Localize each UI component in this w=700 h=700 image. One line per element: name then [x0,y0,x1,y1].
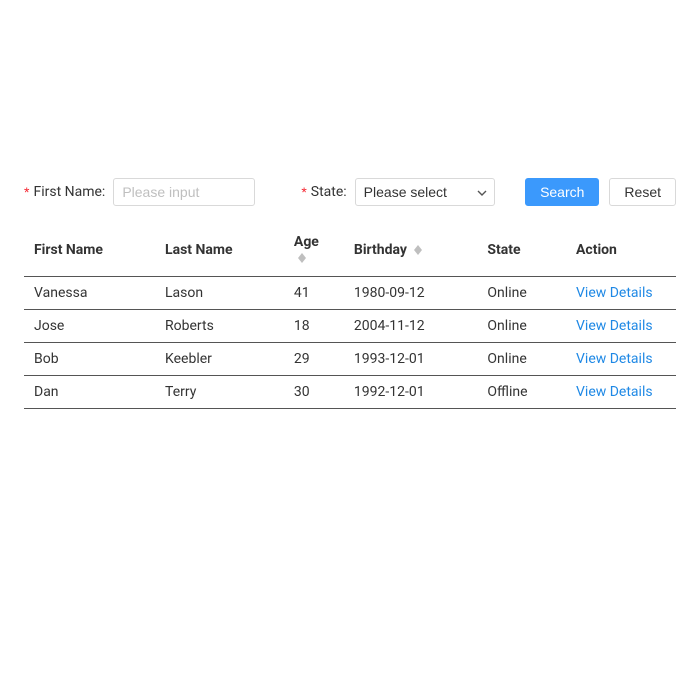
view-details-link[interactable]: View Details [576,285,653,301]
col-header-state[interactable]: State [477,224,566,277]
state-filter: * State: Please select [301,178,494,206]
table-row: VanessaLason411980-09-12Online View Detai… [24,277,676,310]
col-header-birthday[interactable]: Birthday [344,224,478,277]
cell-last-name: Keebler [155,343,284,376]
cell-first-name: Bob [24,343,155,376]
cell-state: Online [477,277,566,310]
table-row: DanTerry301992-12-01Offline View Details [24,376,676,409]
state-label: State: [311,184,347,200]
reset-button[interactable]: Reset [609,178,676,206]
col-header-age-label: Age [294,234,319,250]
cell-age: 29 [284,343,344,376]
sort-icon[interactable] [298,253,306,263]
state-select[interactable]: Please select [355,178,495,206]
view-details-link[interactable]: View Details [576,318,653,334]
first-name-label: First Name: [33,184,105,200]
col-header-age[interactable]: Age [284,224,344,277]
table-row: JoseRoberts182004-11-12Online View Detail… [24,310,676,343]
cell-age: 30 [284,376,344,409]
sort-icon[interactable] [414,245,422,255]
cell-first-name: Dan [24,376,155,409]
cell-last-name: Lason [155,277,284,310]
col-header-action: Action [566,224,676,277]
view-details-link[interactable]: View Details [576,384,653,400]
col-header-first-name[interactable]: First Name [24,224,155,277]
filter-bar: * First Name: * State: Please select Sea… [24,178,676,206]
cell-birthday: 1992-12-01 [344,376,478,409]
cell-age: 41 [284,277,344,310]
search-button[interactable]: Search [525,178,599,206]
col-header-birthday-label: Birthday [354,242,407,258]
first-name-filter: * First Name: [24,178,255,206]
cell-state: Offline [477,376,566,409]
table-header-row: First Name Last Name Age Birthday State … [24,224,676,277]
cell-birthday: 1993-12-01 [344,343,478,376]
cell-state: Online [477,310,566,343]
cell-last-name: Terry [155,376,284,409]
required-asterisk: * [301,184,306,200]
cell-age: 18 [284,310,344,343]
data-table: First Name Last Name Age Birthday State … [24,224,676,409]
cell-birthday: 2004-11-12 [344,310,478,343]
first-name-input[interactable] [113,178,255,206]
cell-last-name: Roberts [155,310,284,343]
cell-birthday: 1980-09-12 [344,277,478,310]
cell-first-name: Vanessa [24,277,155,310]
cell-first-name: Jose [24,310,155,343]
view-details-link[interactable]: View Details [576,351,653,367]
table-row: BobKeebler291993-12-01Online View Details [24,343,676,376]
required-asterisk: * [24,184,29,200]
col-header-last-name[interactable]: Last Name [155,224,284,277]
cell-state: Online [477,343,566,376]
